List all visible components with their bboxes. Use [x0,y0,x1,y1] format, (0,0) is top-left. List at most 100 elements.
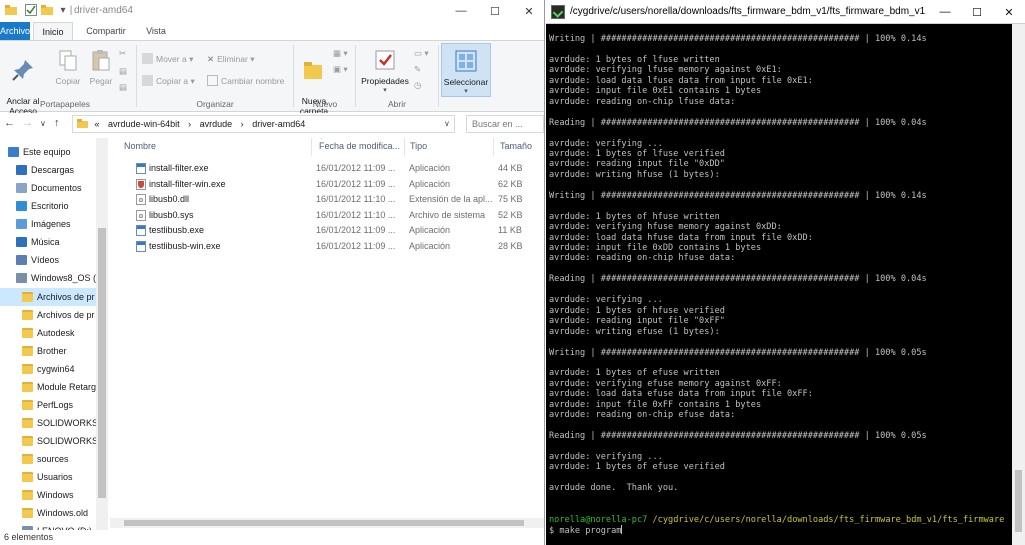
copy-button[interactable]: Copiar [53,47,83,86]
delete-button[interactable]: ✕ Eliminar ▾ [207,53,254,65]
new-item-icon[interactable]: ▦ ▾ [333,47,348,59]
back-arrow-icon[interactable]: ← [4,117,15,129]
close-button[interactable]: ✕ [512,0,544,22]
nav-item-archivos-de-pr[interactable]: Archivos de pr [0,306,96,324]
terminal-titlebar: /cygdrive/c/users/norella/downloads/fts_… [546,0,1025,24]
easy-access-icon[interactable]: ▣ ▾ [333,63,348,75]
move-to-button[interactable]: Mover a ▾ [142,53,193,65]
search-input[interactable]: Buscar en ... [466,115,544,133]
column-header-size[interactable]: Tamaño [500,141,532,151]
tab-compartir[interactable]: Compartir [78,22,134,41]
nav-item-documentos[interactable]: Documentos [0,179,96,197]
breadcrumb-avrdude-win-64bit[interactable]: avrdude-win-64bit [108,119,180,129]
nav-item-windows-old[interactable]: Windows.old [0,504,96,522]
breadcrumb-separator: › [240,119,244,129]
nav-item-este-equipo[interactable]: Este equipo [0,143,96,161]
terminal-output[interactable]: Writing | ##############################… [546,24,1012,545]
breadcrumb-driver-amd64[interactable]: driver-amd64 [252,119,305,129]
maximize-button[interactable]: ☐ [961,0,993,24]
recent-locations-icon[interactable]: ∨ [40,119,46,128]
nav-item-m-sica[interactable]: Música [0,233,96,251]
properties-button[interactable]: Propiedades ▾ [358,47,412,96]
select-grid-icon [455,50,477,72]
scrollbar-thumb[interactable] [124,520,524,526]
tab-archivo[interactable]: Archivo [0,22,30,41]
nav-item-solidworks-i[interactable]: SOLIDWORKS I [0,414,96,432]
nav-item-label: LENOVO (D:) [37,522,92,530]
select-button[interactable]: Seleccionar ▾ [441,43,491,97]
file-row[interactable]: install-filter-win.exe 16/01/2012 11:09 .… [120,177,544,192]
group-label-portapapeles: Portapapeles [39,99,91,109]
new-folder-quick-icon[interactable] [40,3,54,17]
terminal-line: avrdude: input file 0xDD contains 1 byte… [549,243,762,253]
column-header-name[interactable]: Nombre [124,141,156,151]
rename-button[interactable]: Cambiar nombre [207,75,284,87]
nav-item-cygwin64[interactable]: cygwin64 [0,360,96,378]
file-row[interactable]: testlibusb-win.exe 16/01/2012 11:09 ... Ap… [120,239,544,254]
exe-icon [136,225,146,237]
nav-item-label: Descargas [31,165,75,175]
nav-item-brother[interactable]: Brother [0,342,96,360]
properties-check-icon[interactable] [24,3,38,17]
file-row[interactable]: libusb0.sys 16/01/2012 11:10 ... Archivo d… [120,208,544,223]
file-row[interactable]: testlibusb.exe 16/01/2012 11:09 ... Aplica… [120,223,544,238]
tab-inicio[interactable]: Inicio [33,22,73,41]
terminal-line: Reading | ##############################… [549,274,927,285]
scrollbar-thumb[interactable] [98,228,106,498]
breadcrumb-avrdude[interactable]: avrdude [200,119,233,129]
paste-shortcut-icon[interactable]: ▤ [119,81,127,93]
navigation-scrollbar[interactable] [96,138,108,530]
folder-icon [22,328,33,338]
breadcrumb-overflow[interactable]: « [95,119,100,129]
nav-item-im-genes[interactable]: Imágenes [0,215,96,233]
address-dropdown-icon[interactable]: ∨ [444,119,450,128]
folder-icon [22,472,33,482]
column-header-date[interactable]: Fecha de modifica... [319,141,400,151]
nav-item-descargas[interactable]: Descargas [0,161,96,179]
column-header-type[interactable]: Tipo [410,141,427,151]
terminal-scrollbar[interactable] [1012,24,1025,545]
explorer-titlebar: | ▾ | driver-amd64 — ☐ ✕ [0,0,544,22]
history-icon[interactable]: ◷ [414,79,421,91]
cut-icon[interactable]: ✂ [119,47,126,59]
forward-arrow-icon[interactable]: → [22,117,33,129]
nav-item-label: Brother [37,346,67,356]
nav-item-perflogs[interactable]: PerfLogs [0,396,96,414]
nav-item-lenovo-d[interactable]: LENOVO (D:) [0,522,96,530]
nav-item-sources[interactable]: sources [0,450,96,468]
copy-to-icon [142,75,153,86]
nav-item-archivos-de-pr[interactable]: Archivos de pr [0,288,96,306]
minimize-button[interactable]: — [444,0,478,22]
nav-item-windows8-os-c[interactable]: Windows8_OS (C [0,269,96,287]
maximize-button[interactable]: ☐ [478,0,512,22]
downloads-icon [16,165,27,175]
nav-item-module-retarg[interactable]: Module Retarg [0,378,96,396]
properties-icon [375,50,395,70]
paste-button[interactable]: Pegar [86,47,116,86]
copy-to-button[interactable]: Copiar a ▾ [142,75,195,87]
terminal-command-line[interactable]: $ make program [549,525,623,536]
file-name: testlibusb-win.exe [149,241,221,251]
minimize-button[interactable]: — [929,0,961,24]
nav-item-usuarios[interactable]: Usuarios [0,468,96,486]
nav-item-solidworks-i[interactable]: SOLIDWORKS I [0,432,96,450]
up-arrow-icon[interactable]: ↑ [54,117,60,129]
file-date: 16/01/2012 11:09 ... [316,163,396,173]
file-row[interactable]: install-filter.exe 16/01/2012 11:09 ... Ap… [120,161,544,176]
scrollbar-thumb[interactable] [1015,470,1022,532]
copy-path-icon[interactable]: ▤ [119,65,127,77]
edit-icon[interactable]: ✎ [414,63,421,75]
file-row[interactable]: libusb0.dll 16/01/2012 11:10 ... Extensión… [120,192,544,207]
horizontal-scrollbar[interactable] [110,518,544,528]
item-count: 6 elementos [4,532,54,542]
nav-item-label: Windows8_OS (C [31,273,96,283]
nav-item-autodesk[interactable]: Autodesk [0,324,96,342]
open-icon[interactable]: ▭ ▾ [414,47,429,59]
close-button[interactable]: ✕ [993,0,1025,24]
nav-item-v-deos[interactable]: Vídeos [0,251,96,269]
address-input[interactable]: « avrdude-win-64bit › avrdude › driver-a… [72,115,455,133]
file-name: testlibusb.exe [149,225,205,236]
tab-vista[interactable]: Vista [139,22,173,41]
nav-item-windows[interactable]: Windows [0,486,96,504]
nav-item-escritorio[interactable]: Escritorio [0,197,96,215]
